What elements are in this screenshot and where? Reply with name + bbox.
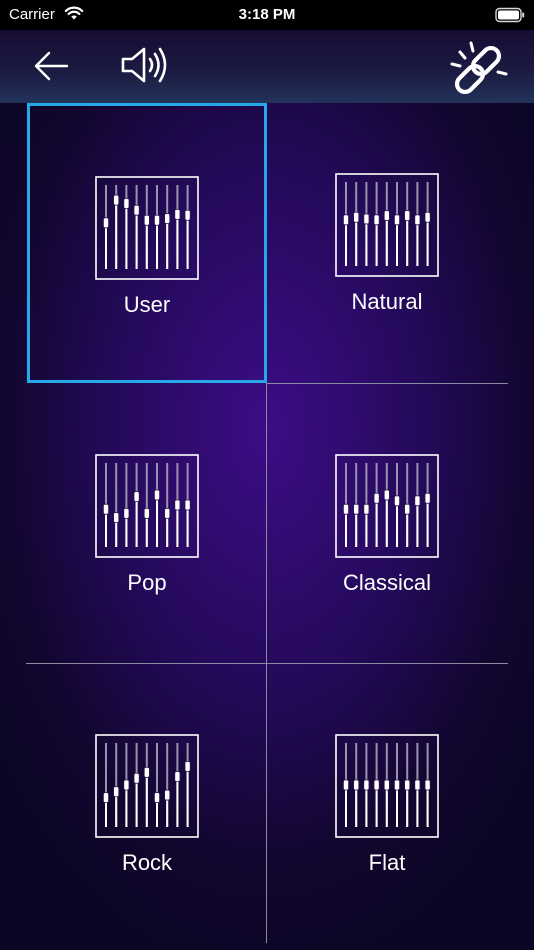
nav-bar xyxy=(0,30,534,103)
equalizer-knob xyxy=(414,779,421,791)
speaker-icon[interactable] xyxy=(120,44,168,86)
equalizer-icon xyxy=(95,734,199,838)
equalizer-knob xyxy=(373,214,380,226)
equalizer-knob xyxy=(102,792,109,803)
equalizer-knob xyxy=(404,779,411,791)
equalizer-icon xyxy=(335,454,439,558)
equalizer-knob xyxy=(143,508,150,519)
equalizer-knob xyxy=(353,503,360,515)
equalizer-knob xyxy=(102,217,109,229)
preset-natural[interactable]: Natural xyxy=(267,103,507,383)
equalizer-knob xyxy=(154,214,161,226)
equalizer-knob xyxy=(174,499,181,511)
back-arrow-icon[interactable] xyxy=(32,50,70,82)
equalizer-knob xyxy=(123,508,130,519)
equalizer-knob xyxy=(424,211,431,223)
preset-label: Classical xyxy=(342,570,432,595)
equalizer-knob xyxy=(383,489,390,501)
equalizer-knob xyxy=(123,779,130,791)
equalizer-knob xyxy=(143,767,150,778)
equalizer-knob xyxy=(353,211,360,223)
equalizer-knob xyxy=(113,194,120,206)
preset-flat[interactable]: Flat xyxy=(267,664,507,944)
equalizer-icon xyxy=(95,454,199,558)
equalizer-knob xyxy=(394,214,401,226)
equalizer-knob xyxy=(164,213,171,224)
equalizer-knob xyxy=(363,779,370,791)
equalizer-knob xyxy=(383,210,390,221)
equalizer-knob xyxy=(133,772,140,784)
equalizer-icon xyxy=(335,173,439,277)
equalizer-knob xyxy=(123,198,130,209)
equalizer-knob xyxy=(174,209,181,220)
equalizer-knob xyxy=(424,779,431,791)
preset-label: Flat xyxy=(368,850,406,875)
grid-divider-horizontal xyxy=(266,383,508,384)
preset-user[interactable]: User xyxy=(27,103,267,383)
equalizer-knob xyxy=(404,503,411,515)
equalizer-knob xyxy=(154,489,161,501)
equalizer-knob xyxy=(184,499,191,511)
equalizer-knob xyxy=(143,214,150,226)
equalizer-knob xyxy=(404,210,411,221)
preset-classical[interactable]: Classical xyxy=(267,384,507,664)
equalizer-knob xyxy=(113,512,120,523)
equalizer-knob xyxy=(363,503,370,515)
equalizer-knob xyxy=(154,792,161,803)
equalizer-knob xyxy=(424,492,431,504)
equalizer-knob xyxy=(394,495,401,507)
equalizer-knob xyxy=(363,213,370,225)
equalizer-knob xyxy=(373,492,380,504)
equalizer-knob xyxy=(353,779,360,791)
status-time: 3:18 PM xyxy=(238,6,296,23)
preset-rock[interactable]: Rock xyxy=(27,664,267,944)
battery-icon xyxy=(495,7,525,23)
equalizer-knob xyxy=(373,779,380,791)
status-bar: Carrier 3:18 PM xyxy=(0,0,534,30)
equalizer-knob xyxy=(342,779,349,791)
equalizer-knob xyxy=(414,214,421,226)
equalizer-knob xyxy=(102,503,109,515)
equalizer-knob xyxy=(164,789,171,801)
equalizer-knob xyxy=(383,779,390,791)
preset-label: Natural xyxy=(351,289,423,314)
grid-divider-horizontal xyxy=(26,663,508,664)
equalizer-knob xyxy=(342,503,349,515)
preset-grid: User Natural Pop Classical Rock Flat xyxy=(0,103,534,950)
broken-link-icon[interactable] xyxy=(448,38,510,96)
equalizer-knob xyxy=(133,204,140,216)
equalizer-icon xyxy=(335,734,439,838)
preset-label: User xyxy=(123,292,171,317)
equalizer-knob xyxy=(184,761,191,772)
equalizer-knob xyxy=(174,771,181,782)
equalizer-knob xyxy=(113,786,120,798)
preset-label: Rock xyxy=(121,850,173,875)
equalizer-knob xyxy=(414,495,421,507)
equalizer-icon xyxy=(95,176,199,280)
preset-label: Pop xyxy=(127,570,167,595)
equalizer-knob xyxy=(342,214,349,226)
equalizer-knob xyxy=(133,491,140,502)
equalizer-knob xyxy=(394,779,401,791)
preset-pop[interactable]: Pop xyxy=(27,384,267,664)
equalizer-knob xyxy=(164,508,171,519)
equalizer-knob xyxy=(184,209,191,221)
